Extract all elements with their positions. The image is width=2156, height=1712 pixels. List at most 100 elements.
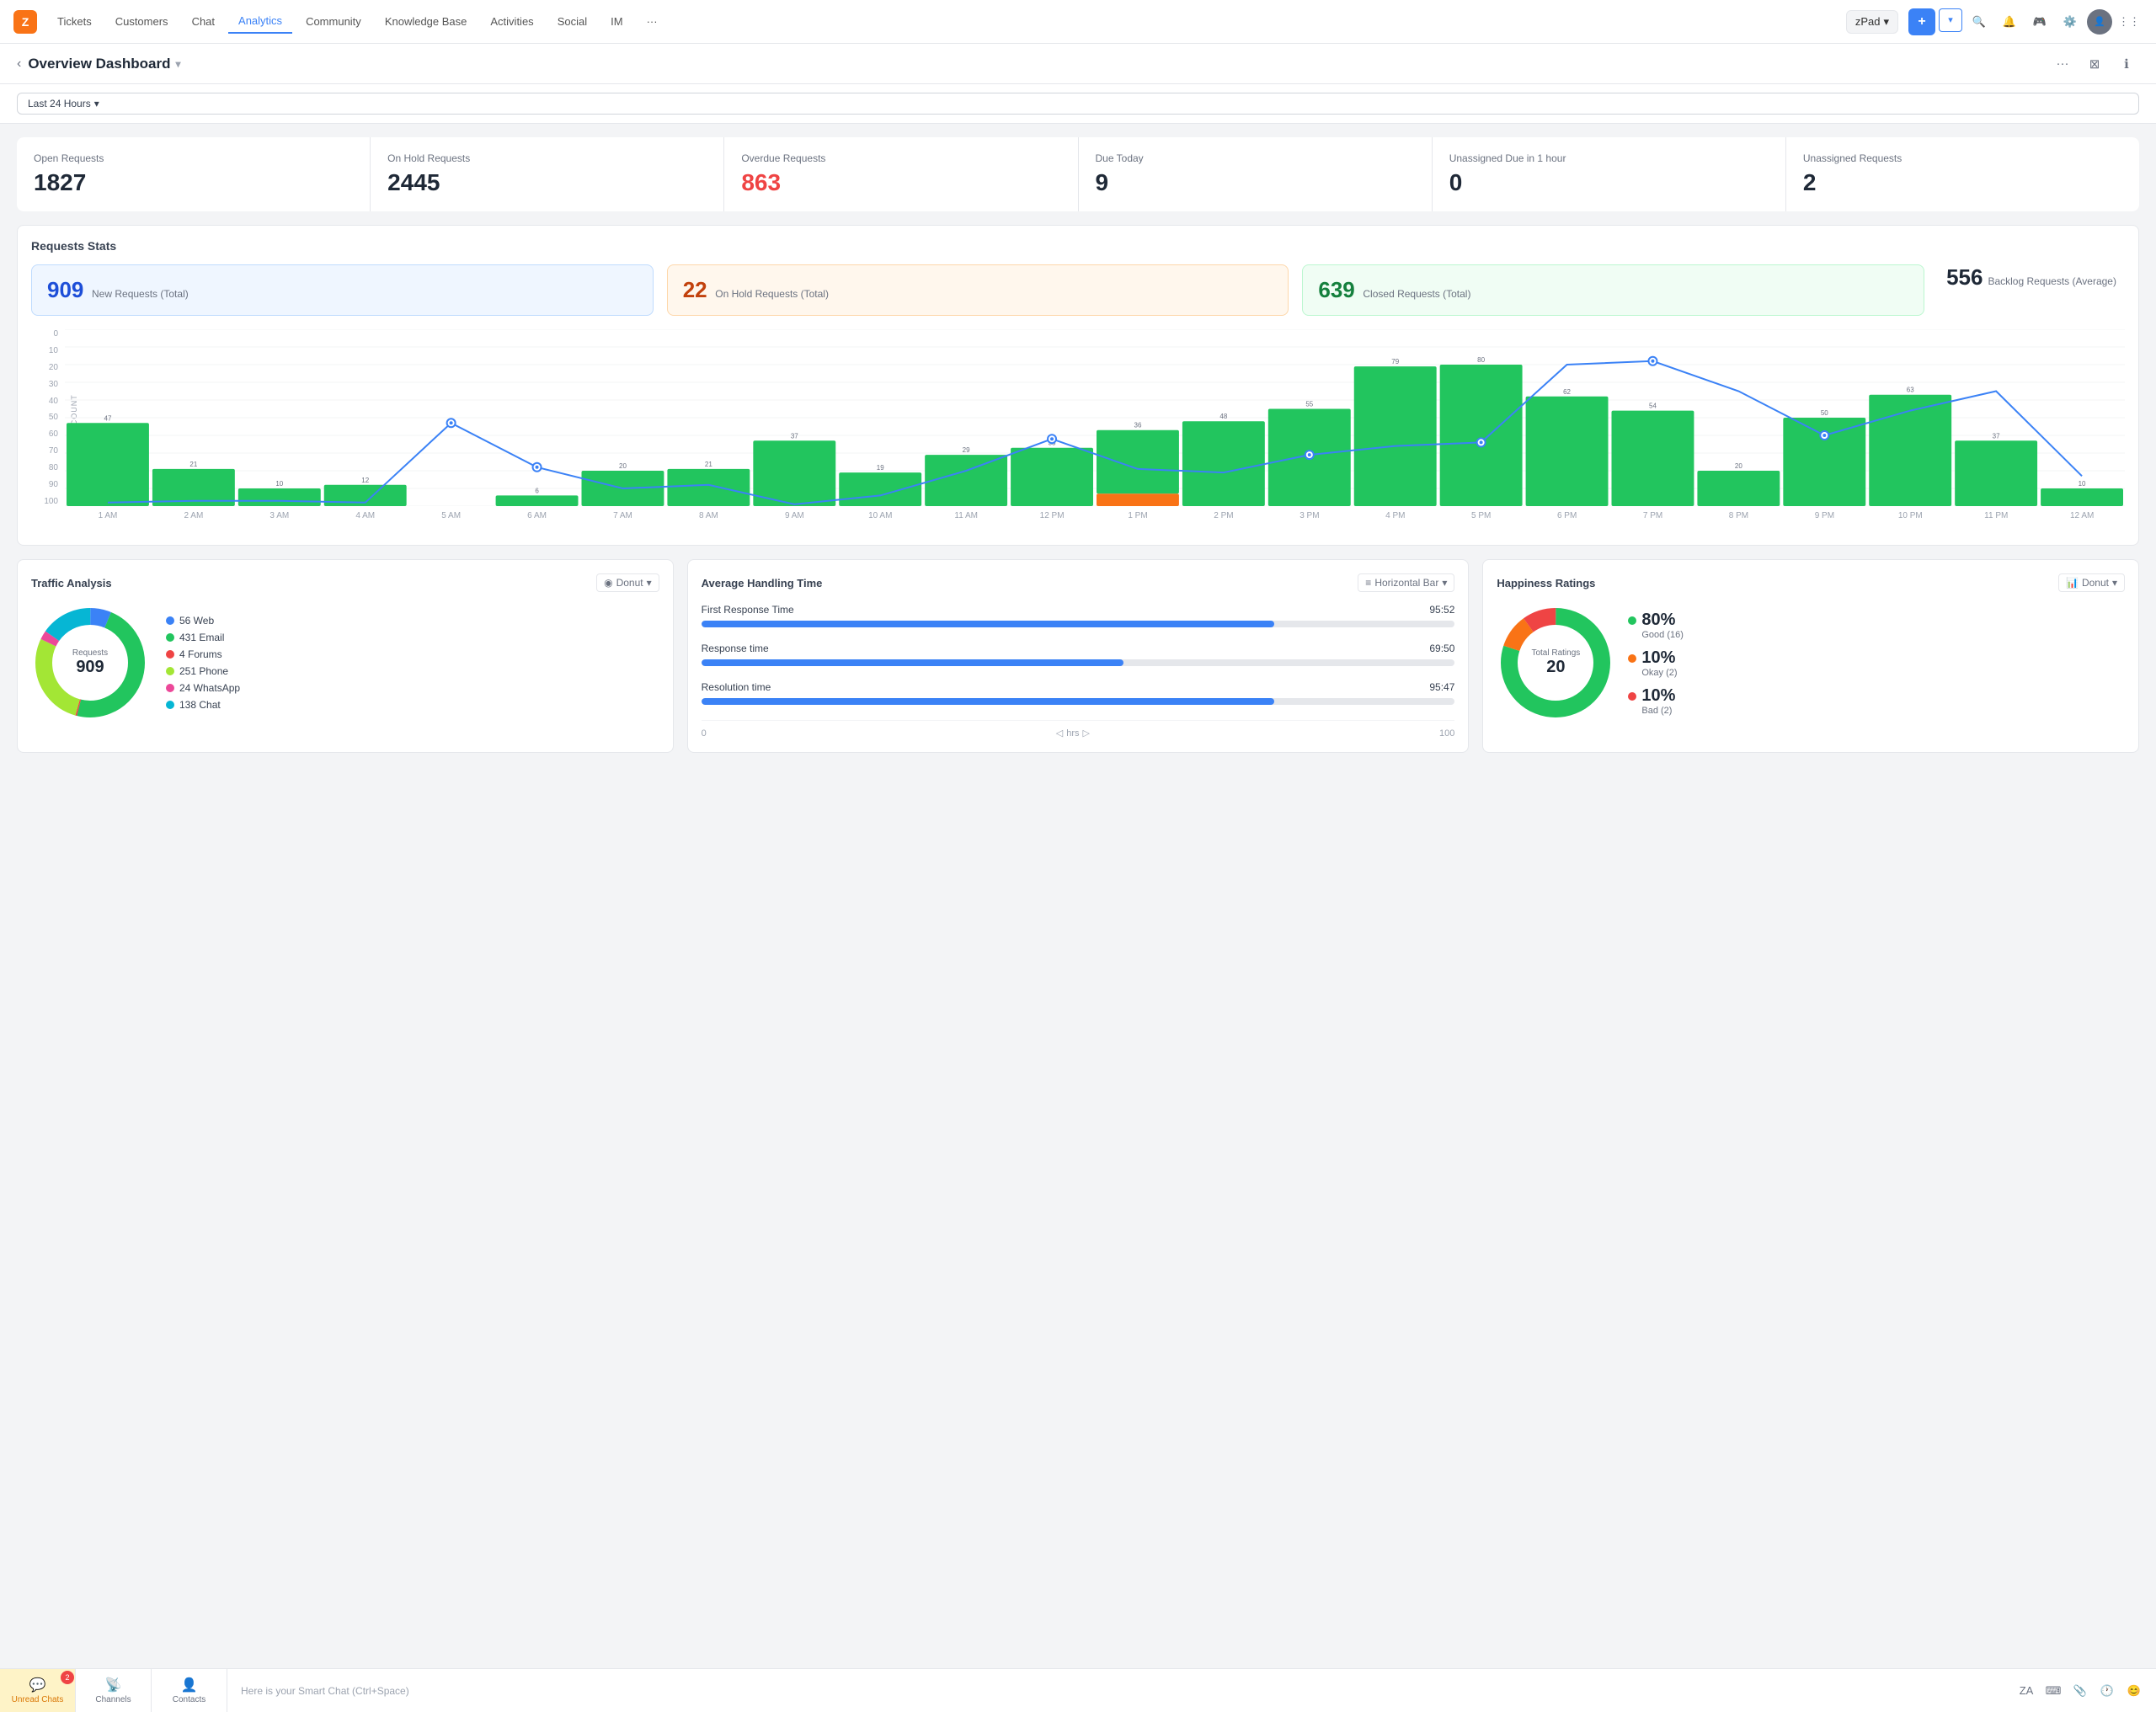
svg-text:20: 20 (1735, 462, 1742, 470)
backlog-desc: Backlog Requests (Average) (1988, 275, 2116, 287)
svg-text:21: 21 (189, 461, 197, 468)
closed-requests-box: 639 Closed Requests (Total) (1302, 264, 1924, 316)
nav-chat[interactable]: Chat (182, 10, 225, 33)
traffic-legend-item: 431 Email (166, 632, 240, 643)
handling-footer: 0 ◁ hrs ▷ 100 (702, 720, 1455, 739)
requests-stats-section: Requests Stats 909 New Requests (Total) … (17, 225, 2139, 546)
handling-rows: First Response Time 95:52 Response time … (702, 604, 1455, 705)
happiness-panel: Happiness Ratings 📊 Donut ▾ Total Rating… (1482, 559, 2139, 753)
closed-requests-desc: Closed Requests (Total) (1363, 288, 1470, 300)
smart-chat-input[interactable]: Here is your Smart Chat (Ctrl+Space) (227, 1685, 2004, 1697)
info-button[interactable]: ℹ (2114, 51, 2139, 77)
backlog-requests-box: 556 Backlog Requests (Average) (1938, 264, 2125, 316)
back-button[interactable]: ‹ (17, 56, 21, 72)
svg-text:50: 50 (1821, 409, 1828, 417)
svg-text:48: 48 (1219, 413, 1227, 420)
notifications-icon[interactable]: 🔔 (1996, 8, 2023, 35)
settings-icon[interactable]: ⚙️ (2057, 8, 2084, 35)
traffic-donut-area: Requests 909 56 Web431 Email4 Forums251 … (31, 604, 659, 722)
happiness-legend: 80% Good (16) 10% Okay (2) 10% Bad (2) (1628, 611, 1684, 716)
happiness-legend-item: 10% Bad (2) (1628, 686, 1684, 716)
traffic-chart-type[interactable]: ◉ Donut ▾ (596, 573, 659, 592)
traffic-legend: 56 Web431 Email4 Forums251 Phone24 Whats… (166, 615, 240, 711)
nav-social[interactable]: Social (547, 10, 597, 33)
requests-stats-title: Requests Stats (31, 239, 2125, 253)
nav-activities[interactable]: Activities (480, 10, 543, 33)
svg-text:37: 37 (791, 432, 798, 440)
time-filter-button[interactable]: Last 24 Hours ▾ (17, 93, 2139, 115)
bottom-icon-1[interactable]: ZA (2015, 1679, 2038, 1703)
bottom-icon-5[interactable]: 😊 (2122, 1679, 2146, 1703)
analytics-panels: Traffic Analysis ◉ Donut ▾ Requests 909 … (17, 559, 2139, 753)
nav-community[interactable]: Community (296, 10, 371, 33)
zpad-button[interactable]: zPad ▾ (1846, 10, 1898, 34)
handling-time-panel: Average Handling Time ≡ Horizontal Bar ▾… (687, 559, 1470, 753)
bottom-icon-4[interactable]: 🕐 (2095, 1679, 2119, 1703)
channels-icon: 📡 (105, 1677, 122, 1693)
happiness-content: Total Ratings 20 80% Good (16) 10% Okay … (1497, 604, 2125, 722)
gamepad-icon[interactable]: 🎮 (2026, 8, 2053, 35)
svg-text:54: 54 (1649, 403, 1657, 410)
happiness-legend-item: 10% Okay (2) (1628, 648, 1684, 678)
requests-summary: 909 New Requests (Total) 22 On Hold Requ… (31, 264, 2125, 316)
open-requests-card: Open Requests 1827 (17, 137, 370, 211)
svg-text:29: 29 (963, 446, 970, 454)
traffic-header: Traffic Analysis ◉ Donut ▾ (31, 573, 659, 592)
apps-grid-icon[interactable]: ⋮⋮ (2116, 8, 2143, 35)
on-hold-value: 2445 (387, 169, 707, 196)
handling-header: Average Handling Time ≡ Horizontal Bar ▾ (702, 573, 1455, 592)
happiness-chart-type[interactable]: 📊 Donut ▾ (2058, 573, 2125, 592)
chat-icon: 💬 (29, 1677, 46, 1693)
overdue-label: Overdue Requests (741, 152, 1060, 164)
create-more-button[interactable]: ▾ (1939, 8, 1962, 32)
traffic-legend-item: 251 Phone (166, 665, 240, 677)
chart-x-axis: 1 AM2 AM3 AM4 AM5 AM6 AM7 AM8 AM9 AM10 A… (65, 511, 2125, 531)
open-requests-value: 1827 (34, 169, 353, 196)
handling-row: First Response Time 95:52 (702, 604, 1455, 627)
svg-text:12: 12 (361, 477, 369, 484)
handling-row: Resolution time 95:47 (702, 681, 1455, 705)
nav-customers[interactable]: Customers (105, 10, 179, 33)
channels-tab[interactable]: 📡 Channels (76, 1669, 152, 1712)
overdue-value: 863 (741, 169, 1060, 196)
nav-im[interactable]: IM (600, 10, 632, 33)
traffic-legend-item: 24 WhatsApp (166, 682, 240, 694)
handling-title: Average Handling Time (702, 577, 823, 589)
backlog-num: 556 (1946, 264, 1983, 291)
nav-more[interactable]: ··· (637, 10, 668, 33)
svg-text:80: 80 (1477, 356, 1485, 364)
create-button[interactable]: + (1908, 8, 1935, 35)
unread-chats-tab-wrap: 💬 Unread Chats 2 (0, 1669, 76, 1712)
contacts-icon: 👤 (181, 1677, 198, 1693)
on-hold-label: On Hold Requests (387, 152, 707, 164)
onhold-requests-box: 22 On Hold Requests (Total) (667, 264, 1289, 316)
bottom-icon-2[interactable]: ⌨ (2041, 1679, 2065, 1703)
onhold-requests-desc: On Hold Requests (Total) (715, 288, 829, 300)
nav-tickets[interactable]: Tickets (47, 10, 102, 33)
handling-row: Response time 69:50 (702, 643, 1455, 666)
open-requests-label: Open Requests (34, 152, 353, 164)
more-actions-button[interactable]: ··· (2050, 51, 2075, 77)
overdue-requests-card: Overdue Requests 863 (724, 137, 1077, 211)
handling-chart-type[interactable]: ≡ Horizontal Bar ▾ (1358, 573, 1454, 592)
stats-cards: Open Requests 1827 On Hold Requests 2445… (17, 137, 2139, 211)
chart-bars-area: 4721101262021371929333648557980625420506… (65, 329, 2125, 506)
nav-analytics[interactable]: Analytics (228, 9, 292, 34)
traffic-legend-item: 56 Web (166, 615, 240, 627)
contacts-tab[interactable]: 👤 Contacts (152, 1669, 227, 1712)
nav-knowledge-base[interactable]: Knowledge Base (375, 10, 478, 33)
user-avatar[interactable]: 👤 (2087, 9, 2112, 35)
happiness-header: Happiness Ratings 📊 Donut ▾ (1497, 573, 2125, 592)
svg-text:10: 10 (275, 480, 283, 488)
svg-text:36: 36 (1134, 422, 1142, 429)
bottom-icon-3[interactable]: 📎 (2068, 1679, 2092, 1703)
svg-text:47: 47 (104, 414, 112, 422)
search-icon[interactable]: 🔍 (1966, 8, 1993, 35)
happiness-legend-item: 80% Good (16) (1628, 611, 1684, 640)
chart-y-axis: 100 90 80 70 60 50 40 30 20 10 0 (31, 329, 63, 506)
on-hold-requests-card: On Hold Requests 2445 (371, 137, 723, 211)
unassigned-value: 2 (1803, 169, 2122, 196)
page-title[interactable]: Overview Dashboard ▾ (28, 56, 180, 72)
new-requests-desc: New Requests (Total) (92, 288, 189, 300)
expand-button[interactable]: ⊠ (2082, 51, 2107, 77)
